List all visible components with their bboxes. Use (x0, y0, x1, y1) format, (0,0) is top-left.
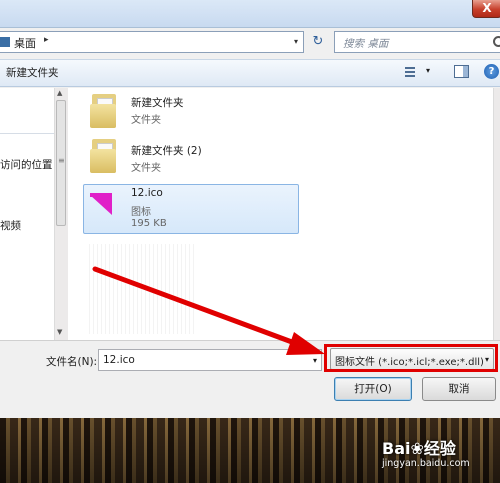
address-location[interactable]: 桌面 (14, 35, 36, 51)
view-dropdown-icon[interactable]: ▾ (426, 66, 430, 75)
file-name[interactable]: 12.ico (131, 187, 163, 199)
blurred-region (86, 244, 196, 334)
toolbar (0, 59, 500, 87)
close-button[interactable]: X (472, 0, 500, 18)
file-type: 图标 (131, 207, 151, 218)
folder-icon[interactable] (90, 135, 118, 173)
file-name[interactable]: 新建文件夹 (131, 95, 184, 110)
filename-dropdown-icon[interactable]: ▾ (313, 356, 317, 365)
navigation-pane (0, 88, 54, 340)
open-button[interactable]: 打开(O) (334, 377, 412, 401)
search-placeholder: 搜索 桌面 (343, 38, 389, 50)
nav-divider (0, 133, 54, 134)
preview-pane-icon[interactable] (454, 65, 469, 78)
nav-item-videos[interactable]: 视频 (0, 218, 21, 233)
address-bar[interactable]: 桌面 ▸ ▾ (0, 31, 304, 53)
cancel-button[interactable]: 取消 (422, 377, 496, 401)
scroll-grip-icon: ≡ (58, 156, 65, 165)
folder-icon[interactable] (90, 90, 118, 128)
search-input[interactable]: 搜索 桌面 (334, 31, 500, 53)
magenta-triangle-icon (90, 195, 112, 215)
help-icon[interactable]: ? (484, 64, 499, 79)
scroll-down-icon[interactable]: ▼ (57, 328, 62, 336)
file-size: 195 KB (131, 218, 167, 229)
refresh-button[interactable]: ↻ (308, 33, 328, 51)
new-folder-button[interactable]: 新建文件夹 (6, 65, 59, 80)
file-type: 文件夹 (131, 115, 161, 126)
breadcrumb-chevron-icon[interactable]: ▸ (44, 35, 49, 45)
file-name[interactable]: 新建文件夹 (2) (131, 143, 202, 158)
watermark-url: jingyan.baidu.com (382, 458, 470, 469)
file-scrollbar[interactable] (493, 88, 500, 340)
scroll-up-icon[interactable]: ▲ (57, 89, 62, 97)
nav-item-recent-places[interactable]: 访问的位置 (0, 157, 53, 172)
search-icon[interactable] (493, 36, 500, 47)
address-dropdown-icon[interactable]: ▾ (294, 37, 298, 46)
file-type: 文件夹 (131, 163, 161, 174)
dialog-titlebar (0, 0, 500, 28)
filename-input[interactable]: 12.ico ▾ (98, 349, 322, 371)
view-options-icon[interactable] (405, 65, 419, 78)
filename-value[interactable]: 12.ico (103, 354, 135, 366)
baidu-jingyan-watermark: Bai❀经验 (382, 439, 456, 458)
selected-file-item[interactable] (83, 184, 299, 234)
filename-label: 文件名(N): (46, 356, 98, 368)
desktop-location-icon (0, 37, 10, 47)
annotation-highlight-box (324, 344, 498, 372)
